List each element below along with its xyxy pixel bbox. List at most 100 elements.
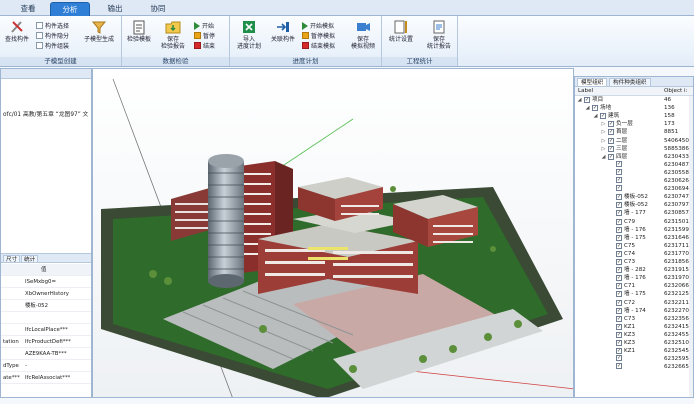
expand-icon[interactable]: ▷ <box>601 128 606 136</box>
table-row[interactable]: AZE9KAA-TB*** <box>1 348 91 360</box>
collapse-icon[interactable]: ◢ <box>577 96 582 104</box>
visibility-checkbox[interactable]: ✓ <box>608 137 614 144</box>
check-pause-button[interactable]: 暂停 <box>194 31 215 40</box>
tree-item[interactable]: ✓ 墙 - 175 6231646 <box>575 234 691 242</box>
tree-item[interactable]: ✓ 6230626 <box>575 177 691 185</box>
select-components-option[interactable]: 构件选择 <box>36 21 69 30</box>
tab-model-organization[interactable]: 模型组织 <box>577 78 608 87</box>
tab-component-types[interactable]: 构件种类组织 <box>609 78 651 87</box>
tree-item[interactable]: ✓ 墙 - 177 6230857 <box>575 209 691 217</box>
tab-statistics[interactable]: 统计 <box>21 255 39 263</box>
sim-end-button[interactable]: 结束模拟 <box>302 41 335 50</box>
sim-start-button[interactable]: 开始模拟 <box>302 21 334 30</box>
collapse-icon[interactable]: ◢ <box>585 104 590 112</box>
expand-icon[interactable]: ▷ <box>601 120 606 128</box>
table-row[interactable]: dType - <box>1 360 91 372</box>
visibility-checkbox[interactable]: ✓ <box>616 168 622 175</box>
link-components-button[interactable]: 关联构件 <box>268 19 298 43</box>
collapse-icon[interactable]: ◢ <box>601 153 606 161</box>
tree-item[interactable]: ✓ KZ1 6232545 <box>575 347 691 355</box>
tree-item[interactable]: ✓ 6230694 <box>575 185 691 193</box>
tree-item[interactable]: ✓ C71 6232066 <box>575 282 691 290</box>
tree-item[interactable]: ✓ 6232595 <box>575 355 691 363</box>
3d-viewport[interactable] <box>92 68 574 398</box>
visibility-checkbox[interactable]: ✓ <box>616 160 622 167</box>
visibility-checkbox[interactable]: ✓ <box>616 307 622 314</box>
tree-item[interactable]: ✓ 6232665 <box>575 363 691 371</box>
tree-item[interactable]: ◢ ✓ 建筑 158 <box>575 112 691 120</box>
table-row[interactable]: XbOwnerHistory <box>1 288 91 300</box>
visibility-checkbox[interactable]: ✓ <box>608 129 614 136</box>
tree-item[interactable]: ▷ ✓ 三层 5885386 <box>575 145 691 153</box>
tree-item[interactable]: ◢ ✓ 项目 46 <box>575 96 691 104</box>
assemble-components-option[interactable]: 构件组装 <box>36 41 69 50</box>
visibility-checkbox[interactable]: ✓ <box>616 315 622 322</box>
tab-output[interactable]: 输出 <box>95 2 135 16</box>
tree-item[interactable]: ✓ 楼板-052 6230747 <box>575 193 691 201</box>
visibility-checkbox[interactable]: ✓ <box>616 242 622 249</box>
visibility-checkbox[interactable]: ✓ <box>608 121 614 128</box>
expand-icon[interactable]: ▷ <box>601 137 606 145</box>
table-row[interactable]: 楼板-052 <box>1 300 91 312</box>
visibility-checkbox[interactable]: ✓ <box>616 234 622 241</box>
visibility-checkbox[interactable]: ✓ <box>616 177 622 183</box>
table-row[interactable]: ate*** IfcRelAssociat*** <box>1 372 91 384</box>
visibility-checkbox[interactable]: ✓ <box>616 194 622 201</box>
tree-item[interactable]: ✓ C73 6232356 <box>575 315 691 323</box>
tree-item[interactable]: ✓ 墙 - 176 6231970 <box>575 274 691 282</box>
tree-item[interactable]: ▷ ✓ 二层 5406450 <box>575 137 691 145</box>
import-schedule-button[interactable]: 导入 进度计划 <box>234 19 264 50</box>
tree-item[interactable]: ✓ 墙 - 175 6232125 <box>575 290 691 298</box>
tree-item[interactable]: ◢ ✓ 场地 136 <box>575 104 691 112</box>
check-start-button[interactable]: 开始 <box>194 21 214 30</box>
tree-item[interactable]: ✓ C73 6231856 <box>575 258 691 266</box>
visibility-checkbox[interactable]: ✓ <box>608 145 614 152</box>
visibility-checkbox[interactable]: ✓ <box>600 113 606 120</box>
save-check-report-button[interactable]: 保存 检验报告 <box>158 19 188 50</box>
visibility-checkbox[interactable]: ✓ <box>616 226 622 233</box>
visibility-checkbox[interactable]: ✓ <box>616 291 622 298</box>
generate-submodel-button[interactable]: 子模型生成 <box>84 19 114 43</box>
visibility-checkbox[interactable]: ✓ <box>592 105 598 112</box>
sim-pause-button[interactable]: 暂停模拟 <box>302 31 335 40</box>
visibility-checkbox[interactable]: ✓ <box>584 97 590 103</box>
visibility-checkbox[interactable]: ✓ <box>616 299 622 306</box>
table-row[interactable]: tation IfcProductDefi*** <box>1 336 91 348</box>
tree-item[interactable]: ✓ C75 6231711 <box>575 242 691 250</box>
check-template-button[interactable]: 检验模板 <box>124 19 154 43</box>
tree-item[interactable]: ✓ KZ3 6232510 <box>575 339 691 347</box>
tab-dimensions[interactable]: 尺寸 <box>3 255 21 263</box>
tab-analysis[interactable]: 分析 <box>50 2 90 16</box>
visibility-checkbox[interactable]: ✓ <box>616 355 622 362</box>
save-stats-report-button[interactable]: 保存 统计报告 <box>422 19 456 50</box>
visibility-checkbox[interactable]: ✓ <box>608 153 614 160</box>
tree-item[interactable]: ✓ 墙 - 174 6232270 <box>575 307 691 315</box>
save-sim-video-button[interactable]: 保存 模拟视频 <box>346 19 380 50</box>
tree-item[interactable]: ✓ KZ3 6232455 <box>575 331 691 339</box>
tree-item[interactable]: ✓ KZ1 6232415 <box>575 323 691 331</box>
expand-icon[interactable]: ▷ <box>601 145 606 153</box>
split-components-option[interactable]: 构件隐分 <box>36 31 69 40</box>
visibility-checkbox[interactable]: ✓ <box>616 363 622 370</box>
tab-collab[interactable]: 协同 <box>138 2 178 16</box>
tab-view[interactable]: 查看 <box>8 2 48 16</box>
visibility-checkbox[interactable]: ✓ <box>616 202 622 209</box>
visibility-checkbox[interactable]: ✓ <box>616 331 622 338</box>
visibility-checkbox[interactable]: ✓ <box>616 185 622 192</box>
visibility-checkbox[interactable]: ✓ <box>616 210 622 217</box>
tree-item[interactable]: ✓ 6230558 <box>575 168 691 177</box>
stats-settings-button[interactable]: 统计设置 <box>386 19 416 43</box>
collapse-icon[interactable]: ◢ <box>593 112 598 120</box>
tree-item[interactable]: ▷ ✓ 负一层 173 <box>575 120 691 128</box>
tree-item[interactable]: ✓ C79 6231501 <box>575 218 691 226</box>
table-row[interactable]: ISeMxbg0= <box>1 276 91 288</box>
tree-scrollbar[interactable] <box>689 96 693 397</box>
visibility-checkbox[interactable]: ✓ <box>616 340 622 346</box>
visibility-checkbox[interactable]: ✓ <box>616 218 622 225</box>
visibility-checkbox[interactable]: ✓ <box>616 283 622 290</box>
tree-item[interactable]: ✓ 6230487 <box>575 160 691 169</box>
visibility-checkbox[interactable]: ✓ <box>616 259 622 265</box>
tree-item[interactable]: ✓ C72 6232211 <box>575 299 691 307</box>
visibility-checkbox[interactable]: ✓ <box>616 348 622 355</box>
check-end-button[interactable]: 结束 <box>194 41 215 50</box>
